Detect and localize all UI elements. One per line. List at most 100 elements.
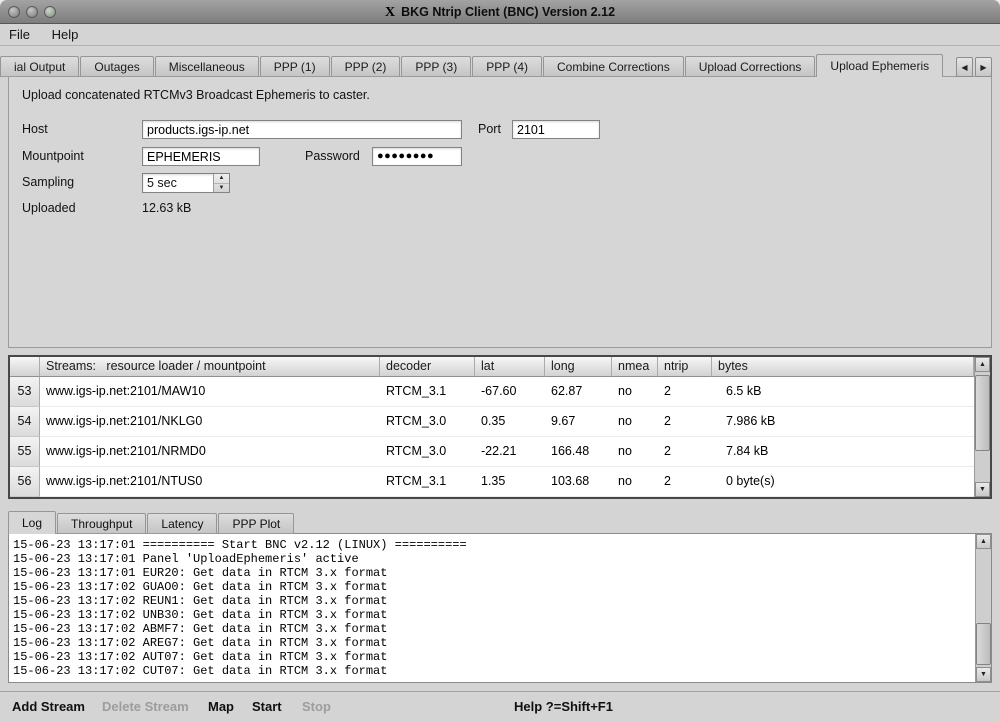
streams-table-body: Streams: resource loader / mountpoint de… [10, 357, 974, 497]
log-tabbar: Log Throughput Latency PPP Plot [8, 511, 295, 534]
cell-stream: www.igs-ip.net:2101/MAW10 [40, 377, 380, 407]
sampling-spinbox[interactable]: 5 sec ▲ ▼ [142, 173, 230, 193]
row-header[interactable]: 56 [10, 467, 40, 497]
log-line: 15-06-23 13:17:02 REUN1: Get data in RTC… [13, 594, 971, 608]
titlebar: X BKG Ntrip Client (BNC) Version 2.12 [0, 0, 1000, 24]
log-line: 15-06-23 13:17:02 UNB30: Get data in RTC… [13, 608, 971, 622]
cell-lat: 1.35 [475, 467, 545, 497]
menu-help[interactable]: Help [43, 25, 88, 45]
menubar: File Help [0, 25, 1000, 46]
cell-nmea: no [612, 377, 658, 407]
table-row[interactable]: 54 www.igs-ip.net:2101/NKLG0 RTCM_3.0 0.… [10, 407, 974, 437]
tab-ppp-plot[interactable]: PPP Plot [218, 513, 294, 534]
streams-scroll-down-button[interactable]: ▼ [975, 482, 990, 497]
header-nmea[interactable]: nmea [612, 357, 658, 377]
cell-stream: www.igs-ip.net:2101/NRMD0 [40, 437, 380, 467]
tab-miscellaneous[interactable]: Miscellaneous [155, 56, 259, 77]
table-row[interactable]: 56 www.igs-ip.net:2101/NTUS0 RTCM_3.1 1.… [10, 467, 974, 497]
sampling-spin-up-button[interactable]: ▲ [214, 174, 229, 183]
row-header[interactable]: 54 [10, 407, 40, 437]
cell-nmea: no [612, 467, 658, 497]
window-title-text: BKG Ntrip Client (BNC) Version 2.12 [401, 5, 615, 19]
tab-log[interactable]: Log [8, 511, 56, 534]
sampling-spin-down-button[interactable]: ▼ [214, 183, 229, 193]
header-ntrip[interactable]: ntrip [658, 357, 712, 377]
log-line: 15-06-23 13:17:02 ABMF7: Get data in RTC… [13, 622, 971, 636]
password-input[interactable]: ●●●●●●●● [372, 147, 462, 166]
chevron-right-icon: ▶ [980, 63, 986, 72]
bottom-toolbar: Add Stream Delete Stream Map Start Stop … [0, 691, 1000, 722]
log-panel: 15-06-23 13:17:01 ========== Start BNC v… [8, 533, 992, 683]
header-bytes[interactable]: bytes [712, 357, 974, 377]
log-scroll-down-button[interactable]: ▼ [976, 667, 991, 682]
log-line: 15-06-23 13:17:01 EUR20: Get data in RTC… [13, 566, 971, 580]
bnc-window: X BKG Ntrip Client (BNC) Version 2.12 Fil… [0, 0, 1000, 722]
tab-ppp-3[interactable]: PPP (3) [401, 56, 471, 77]
cell-nmea: no [612, 437, 658, 467]
menu-file[interactable]: File [0, 25, 39, 45]
row-header[interactable]: 55 [10, 437, 40, 467]
tab-throughput[interactable]: Throughput [57, 513, 146, 534]
cell-long: 9.67 [545, 407, 612, 437]
streams-scroll-up-button[interactable]: ▲ [975, 357, 990, 372]
tab-combine-corrections[interactable]: Combine Corrections [543, 56, 684, 77]
start-button[interactable]: Start [252, 692, 282, 722]
tab-ppp-1[interactable]: PPP (1) [260, 56, 330, 77]
streams-scrollbar[interactable]: ▲ ▼ [974, 357, 990, 497]
sampling-value: 5 sec [143, 174, 213, 192]
log-line: 15-06-23 13:17:01 Panel 'UploadEphemeris… [13, 552, 971, 566]
cell-bytes: 0 byte(s) [712, 467, 974, 497]
cell-nmea: no [612, 407, 658, 437]
uploaded-value: 12.63 kB [142, 199, 191, 218]
table-row[interactable]: 55 www.igs-ip.net:2101/NRMD0 RTCM_3.0 -2… [10, 437, 974, 467]
map-button[interactable]: Map [208, 692, 234, 722]
header-long[interactable]: long [545, 357, 612, 377]
tab-scroll-left-button[interactable]: ◀ [956, 57, 973, 77]
cell-lat: -67.60 [475, 377, 545, 407]
header-stream[interactable]: Streams: resource loader / mountpoint [40, 357, 380, 377]
cell-bytes: 6.5 kB [712, 377, 974, 407]
tab-latency[interactable]: Latency [147, 513, 217, 534]
row-header[interactable]: 53 [10, 377, 40, 407]
stop-button[interactable]: Stop [302, 692, 331, 722]
tab-scroll-right-button[interactable]: ▶ [975, 57, 992, 77]
log-line: 15-06-23 13:17:02 AUT07: Get data in RTC… [13, 650, 971, 664]
tab-outages[interactable]: Outages [80, 56, 153, 77]
log-output: 15-06-23 13:17:01 ========== Start BNC v… [13, 538, 971, 680]
host-input[interactable] [142, 120, 462, 139]
scroll-up-icon: ▲ [980, 538, 987, 545]
x11-app-icon: X [385, 1, 395, 25]
port-input[interactable] [512, 120, 600, 139]
main-tabbar: ial Output Outages Miscellaneous PPP (1)… [0, 54, 952, 77]
streams-scroll-thumb[interactable] [975, 375, 990, 451]
cell-ntrip: 2 [658, 377, 712, 407]
tab-upload-ephemeris[interactable]: Upload Ephemeris [816, 54, 943, 77]
log-scroll-up-button[interactable]: ▲ [976, 534, 991, 549]
header-decoder[interactable]: decoder [380, 357, 475, 377]
log-scroll-thumb[interactable] [976, 623, 991, 665]
delete-stream-button[interactable]: Delete Stream [102, 692, 189, 722]
window-title: X BKG Ntrip Client (BNC) Version 2.12 [0, 0, 1000, 24]
tab-upload-corrections[interactable]: Upload Corrections [685, 56, 816, 77]
streams-table: Streams: resource loader / mountpoint de… [8, 355, 992, 499]
uploaded-label: Uploaded [22, 199, 76, 218]
cell-lat: 0.35 [475, 407, 545, 437]
cell-decoder: RTCM_3.1 [380, 467, 475, 497]
header-lat[interactable]: lat [475, 357, 545, 377]
table-row[interactable]: 53 www.igs-ip.net:2101/MAW10 RTCM_3.1 -6… [10, 377, 974, 407]
tab-ppp-2[interactable]: PPP (2) [331, 56, 401, 77]
mountpoint-input[interactable] [142, 147, 260, 166]
log-scrollbar[interactable]: ▲ ▼ [975, 534, 991, 682]
log-line: 15-06-23 13:17:01 ========== Start BNC v… [13, 538, 971, 552]
tab-serial-output[interactable]: ial Output [0, 56, 79, 77]
cell-ntrip: 2 [658, 467, 712, 497]
cell-ntrip: 2 [658, 407, 712, 437]
cell-stream: www.igs-ip.net:2101/NKLG0 [40, 407, 380, 437]
tab-ppp-4[interactable]: PPP (4) [472, 56, 542, 77]
scroll-down-icon: ▼ [980, 671, 987, 678]
sampling-spin-buttons: ▲ ▼ [213, 174, 229, 192]
password-label: Password [305, 147, 360, 166]
log-line: 15-06-23 13:17:02 CUT07: Get data in RTC… [13, 664, 971, 678]
panel-description: Upload concatenated RTCMv3 Broadcast Eph… [22, 86, 370, 105]
add-stream-button[interactable]: Add Stream [12, 692, 85, 722]
